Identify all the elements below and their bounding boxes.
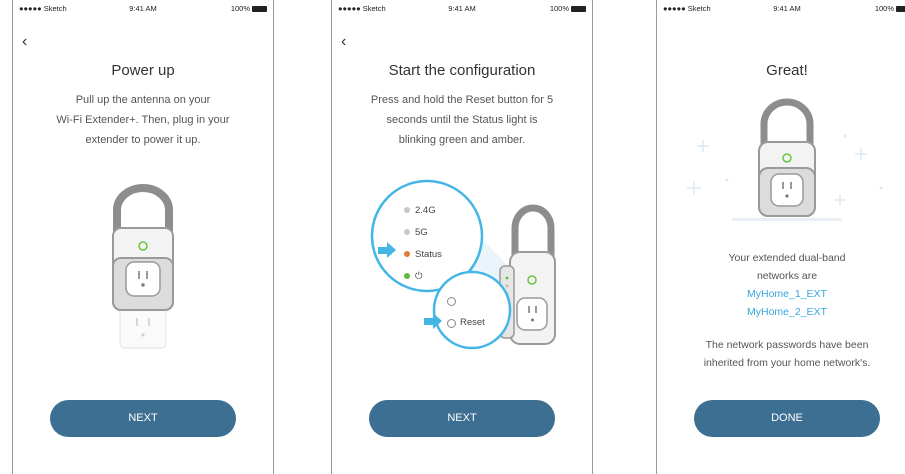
note-line: inherited from your home network's.	[703, 357, 871, 369]
led-label: Status	[415, 249, 442, 260]
next-button[interactable]: NEXT	[369, 400, 555, 437]
battery-icon	[571, 5, 586, 12]
page-title: Power up	[111, 62, 175, 79]
led-row-5g: 5G	[404, 227, 428, 238]
next-button[interactable]: NEXT	[50, 400, 236, 437]
battery-indicator: 100%	[875, 4, 905, 13]
reset-label: Reset	[460, 317, 485, 328]
led-dot-icon	[404, 229, 410, 235]
reset-illustration	[370, 179, 556, 350]
network-name-2: MyHome_2_EXT	[747, 306, 827, 318]
led-label: 2.4G	[415, 205, 436, 216]
message-line: Your extended dual-band	[728, 252, 846, 264]
screen-power-up: ●●●●● Sketch 9:41 AM 100% ‹ Power up Pul…	[12, 0, 274, 474]
instruction-line: Wi-Fi Extender+. Then, plug in your	[56, 114, 230, 126]
success-extender-illustration	[687, 98, 883, 221]
instructions: Pull up the antenna on your Wi-Fi Extend…	[31, 90, 255, 150]
instruction-line: blinking green and amber.	[398, 134, 526, 146]
battery-indicator: 100%	[231, 4, 267, 13]
battery-label: 100%	[549, 4, 569, 13]
instruction-line: Pull up the antenna on your	[75, 94, 211, 106]
led-row-2-4g: 2.4G	[404, 205, 436, 216]
battery-label: 100%	[874, 4, 894, 13]
battery-icon	[896, 5, 905, 12]
success-message: Your extended dual-band networks are MyH…	[667, 249, 905, 321]
message-line: networks are	[756, 270, 818, 282]
instruction-line: extender to power it up.	[85, 134, 201, 146]
status-bar: ●●●●● Sketch 9:41 AM 100%	[657, 0, 905, 18]
extender-plugged-illustration	[112, 184, 174, 349]
instructions: Press and hold the Reset button for 5 se…	[350, 90, 574, 150]
led-row-power: ⏻	[404, 271, 423, 282]
led-dot-icon	[404, 207, 410, 213]
led-dot-icon	[404, 273, 410, 279]
done-button[interactable]: DONE	[694, 400, 880, 437]
time-label: 9:41 AM	[773, 4, 801, 13]
screen-great: ●●●●● Sketch 9:41 AM 100% Great! Your ex…	[656, 0, 905, 474]
page-title: Great!	[766, 62, 808, 79]
power-icon: ⏻	[415, 271, 423, 282]
reset-button-icon	[447, 319, 456, 328]
battery-label: 100%	[230, 4, 250, 13]
instruction-line: Press and hold the Reset button for 5	[370, 94, 554, 106]
led-dot-icon	[404, 251, 410, 257]
led-circle-icon	[447, 297, 456, 306]
instruction-line: seconds until the Status light is	[386, 114, 538, 126]
page-title: Start the configuration	[388, 62, 536, 79]
back-button[interactable]: ‹	[341, 34, 346, 50]
screen-start-configuration: ●●●●● Sketch 9:41 AM 100% ‹ Start the co…	[331, 0, 593, 474]
battery-icon	[252, 5, 267, 12]
note-line: The network passwords have been	[705, 339, 869, 351]
led-row-status: Status	[404, 249, 442, 260]
status-bar: ●●●●● Sketch 9:41 AM 100%	[332, 0, 592, 18]
led-label: 5G	[415, 227, 428, 238]
status-bar: ●●●●● Sketch 9:41 AM 100%	[13, 0, 273, 18]
battery-indicator: 100%	[550, 4, 586, 13]
password-note: The network passwords have been inherite…	[667, 336, 905, 372]
network-name-1: MyHome_1_EXT	[747, 288, 827, 300]
back-button[interactable]: ‹	[22, 34, 27, 50]
